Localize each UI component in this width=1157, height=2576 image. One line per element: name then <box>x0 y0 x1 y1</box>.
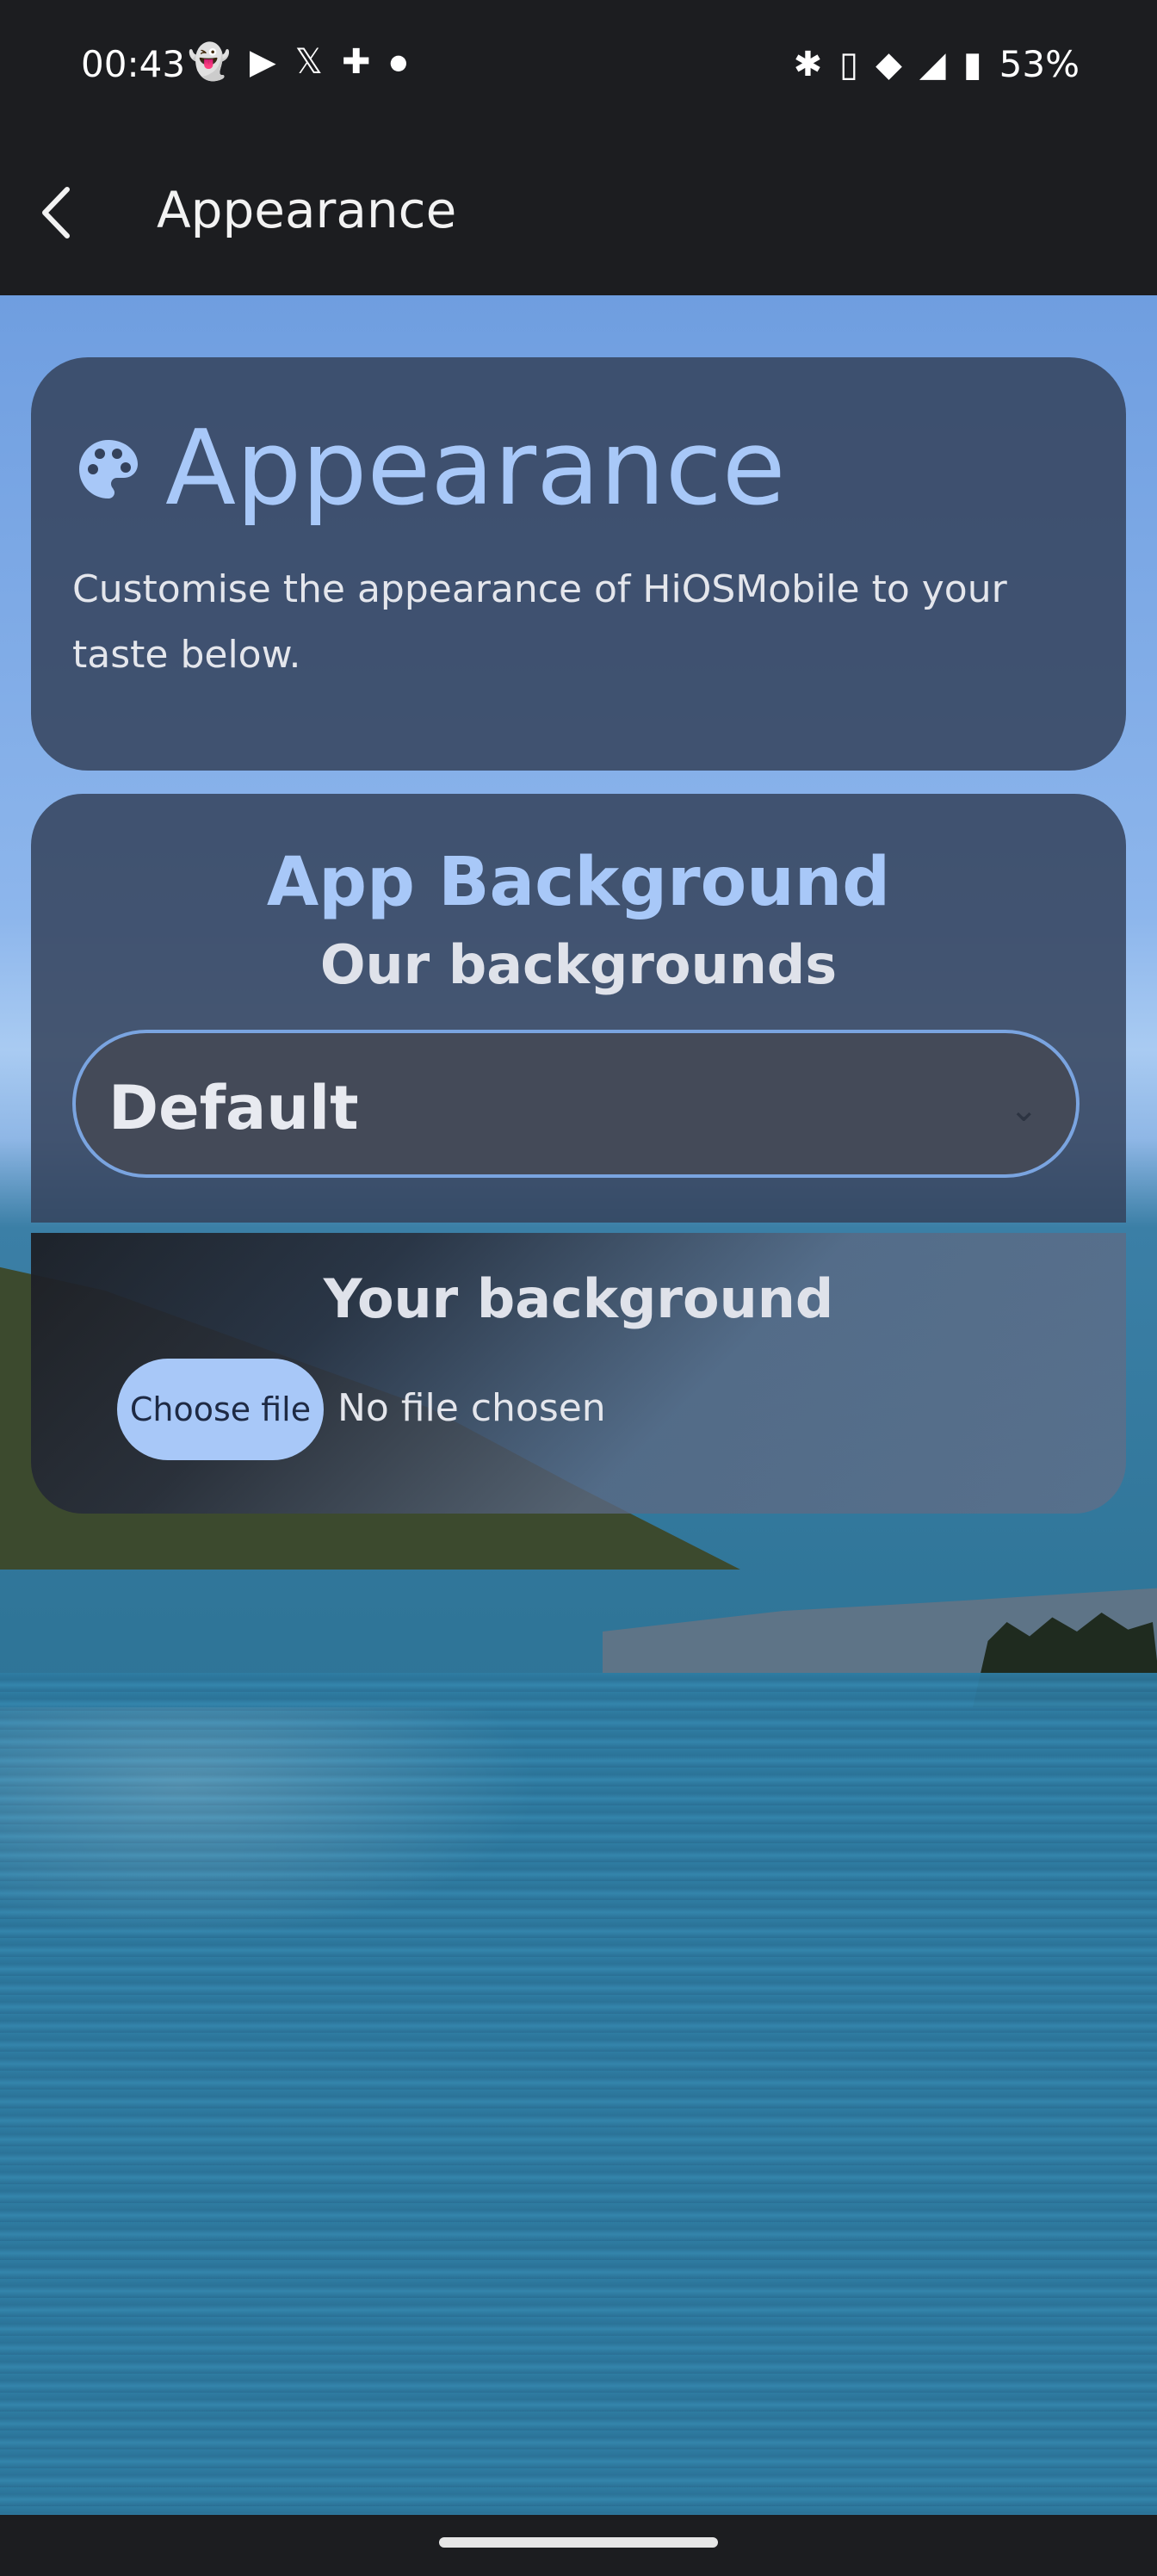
snapchat-icon: 👻 <box>188 42 231 82</box>
chevron-left-icon[interactable] <box>34 183 86 243</box>
signal-icon: ◢ <box>919 44 946 84</box>
card-title: Appearance <box>165 409 786 529</box>
chevron-down-icon: ⌄ <box>1009 1090 1038 1130</box>
palette-icon <box>76 437 141 502</box>
slack-icon: ✚ <box>341 42 371 82</box>
battery-icon: ▮ <box>962 44 982 84</box>
system-icons: ✱ ▯ ◆ ◢ ▮ 53% <box>794 43 1080 85</box>
your-background-card: Your background Choose file No file chos… <box>31 1233 1126 1514</box>
water-sparkle <box>0 1707 603 1966</box>
choose-file-button[interactable]: Choose file <box>117 1359 324 1460</box>
section-subtitle: Our backgrounds <box>319 933 838 996</box>
battery-level: 53% <box>999 43 1080 85</box>
appearance-header-card: Appearance Customise the appearance of H… <box>31 357 1126 771</box>
status-bar: 00:43 👻 ▶ 𝕏 ✚ ● ✱ ▯ ◆ ◢ ▮ 53% <box>0 0 1157 129</box>
background-select[interactable]: Default ⌄ <box>72 1030 1080 1178</box>
file-status: No file chosen <box>337 1386 606 1430</box>
page-title: Appearance <box>157 181 457 239</box>
x-icon: 𝕏 <box>294 42 323 82</box>
notification-icons: 👻 ▶ 𝕏 ✚ ● <box>188 45 407 79</box>
app-background-card: App Background Our backgrounds Default ⌄ <box>31 794 1126 1223</box>
section-title: App Background <box>266 844 891 921</box>
navigation-bar <box>0 2515 1157 2576</box>
home-handle[interactable] <box>439 2537 718 2548</box>
status-time: 00:43 <box>81 43 186 85</box>
select-value: Default <box>108 1073 359 1143</box>
dot-icon: ● <box>389 50 408 74</box>
app-bar: Appearance <box>0 129 1157 295</box>
wifi-icon: ◆ <box>875 44 902 84</box>
vibrate-icon: ▯ <box>839 44 859 84</box>
bluetooth-icon: ✱ <box>793 44 823 84</box>
youtube-icon: ▶ <box>249 42 276 82</box>
header-row: Appearance <box>76 418 786 521</box>
section-subtitle: Your background <box>323 1267 834 1330</box>
card-description: Customise the appearance of HiOSMobile t… <box>72 567 1007 677</box>
